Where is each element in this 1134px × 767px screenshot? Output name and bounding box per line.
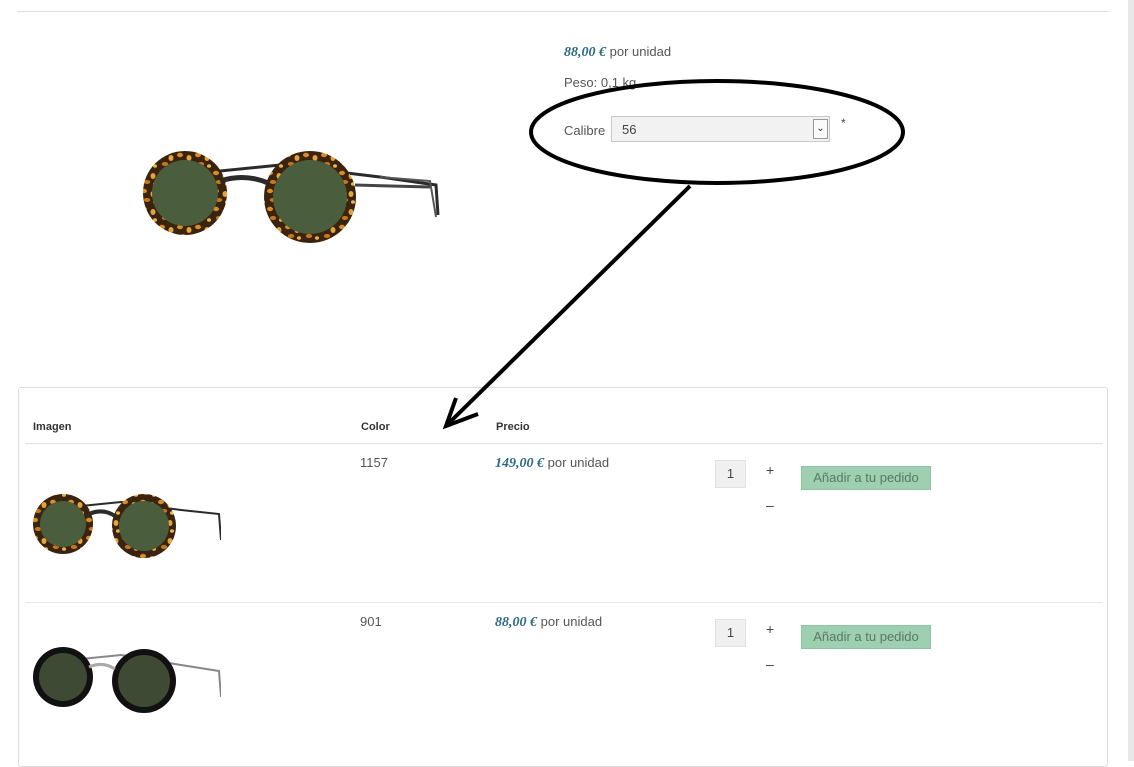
price-unit: por unidad [609, 44, 672, 59]
product-main-image [140, 115, 440, 265]
row-1-plus-button[interactable]: + [766, 462, 774, 478]
header-divider [25, 443, 1103, 444]
row-1-quantity-input[interactable]: 1 [715, 460, 746, 488]
tortoise-sunglasses-icon [33, 494, 222, 558]
row-2-add-to-order-button[interactable]: Añadir a tu pedido [801, 625, 931, 649]
row-divider [25, 602, 1103, 603]
row-2-price-unit: por unidad [540, 614, 603, 629]
black-sunglasses-icon [33, 647, 222, 713]
calibre-selected-value: 56 [622, 122, 637, 137]
header-image: Imagen [33, 421, 72, 433]
row-1-image [31, 462, 222, 572]
row-1-price: 149,00 € por unidad [495, 455, 609, 472]
product-weight: Peso: 0,1 kg [564, 75, 637, 90]
row-2-price-amount: 88,00 € [495, 615, 537, 630]
header-color: Color [361, 421, 390, 433]
row-2-plus-button[interactable]: + [766, 621, 774, 637]
header-price: Precio [496, 421, 530, 433]
calibre-select[interactable]: 56 ⌄ [611, 116, 830, 142]
row-1-price-amount: 149,00 € [495, 456, 544, 471]
tortoise-sunglasses-icon [143, 151, 440, 243]
row-2-image [31, 625, 222, 735]
price-amount: 88,00 € [564, 45, 606, 60]
chevron-down-icon[interactable]: ⌄ [813, 119, 828, 139]
row-1-price-unit: por unidad [547, 455, 610, 470]
row-1-color: 1157 [360, 455, 388, 470]
row-2-minus-button[interactable]: – [766, 656, 774, 672]
row-2-quantity-input[interactable]: 1 [715, 619, 746, 647]
scrollbar-thumb[interactable] [1128, 0, 1134, 761]
top-divider [17, 11, 1109, 12]
required-mark: * [841, 116, 846, 130]
row-1-add-to-order-button[interactable]: Añadir a tu pedido [801, 466, 931, 490]
calibre-label: Calibre [564, 123, 606, 138]
row-2-price: 88,00 € por unidad [495, 614, 602, 631]
row-2-color: 901 [360, 614, 382, 629]
row-1-minus-button[interactable]: – [766, 497, 774, 513]
product-price: 88,00 € por unidad [564, 44, 671, 61]
scrollbar[interactable] [1128, 0, 1134, 761]
